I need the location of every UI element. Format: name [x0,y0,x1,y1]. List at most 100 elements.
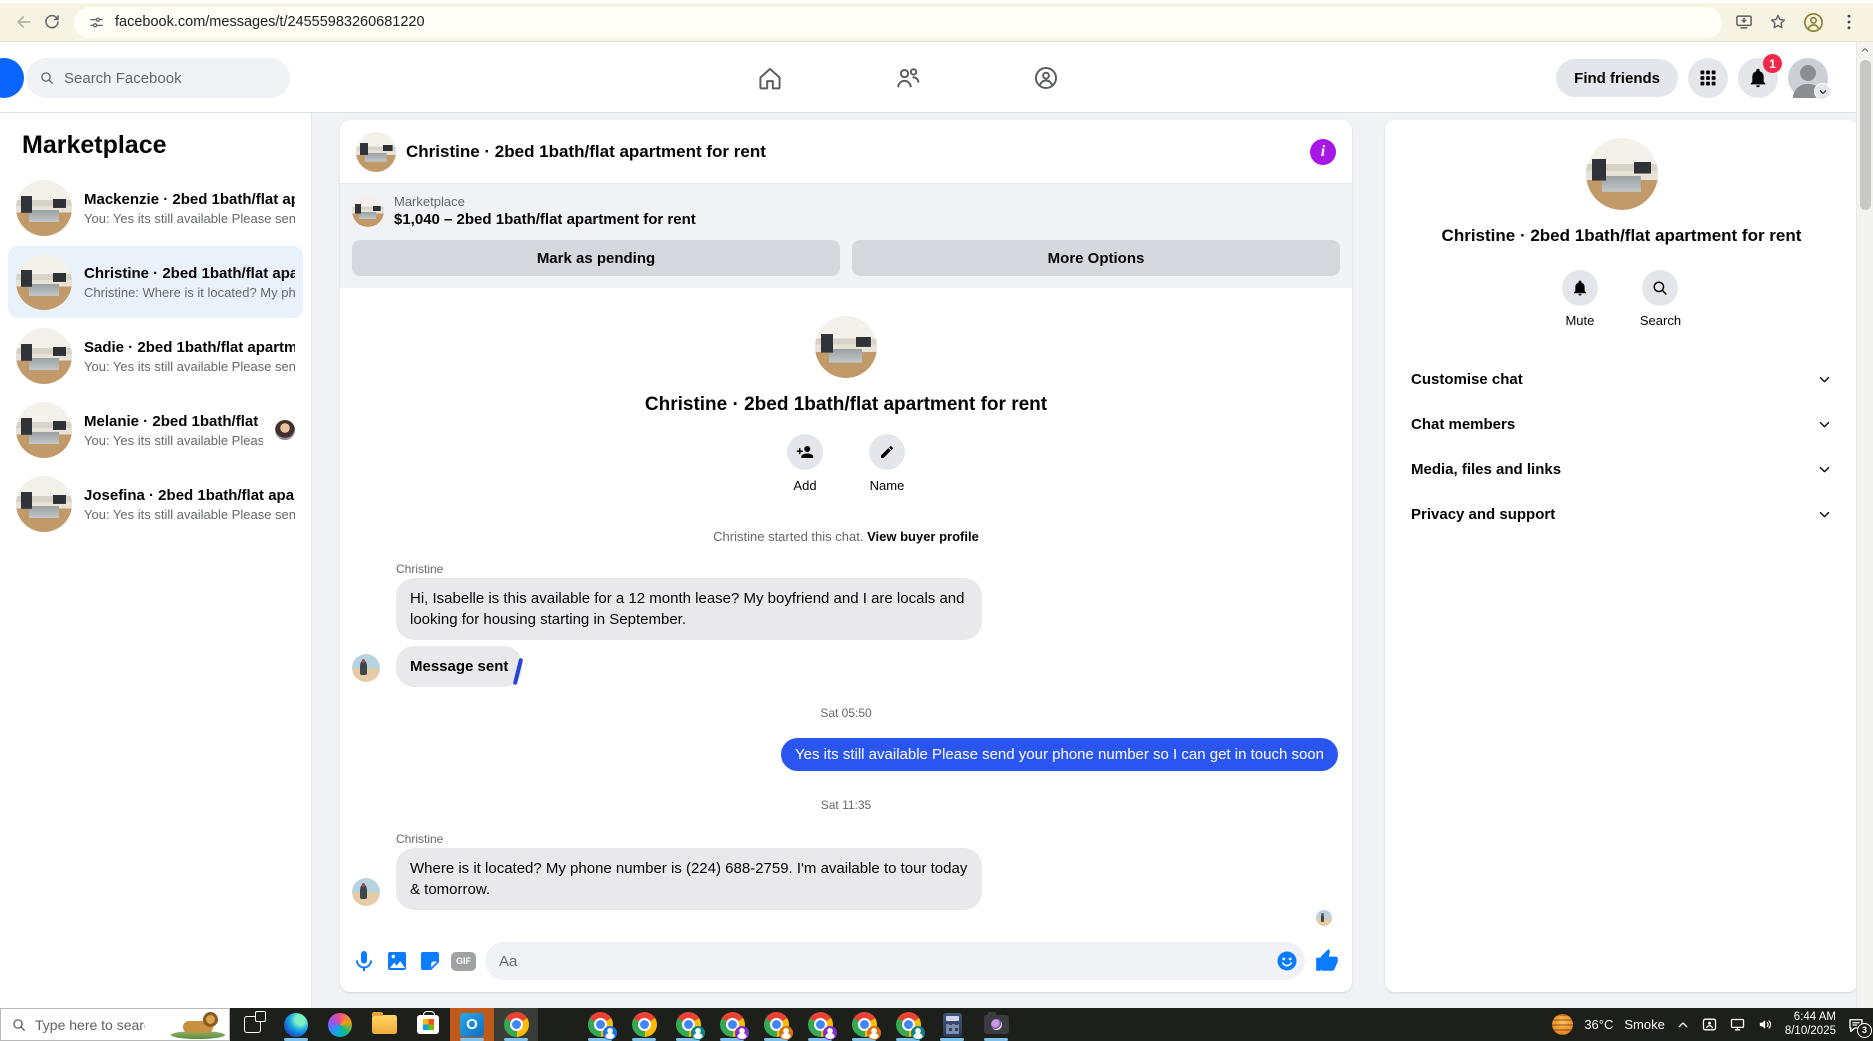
weather-temp[interactable]: 36°C [1584,1017,1613,1032]
sidebar-title: Marketplace [22,131,167,159]
mark-as-pending-button[interactable]: Mark as pending [352,240,840,276]
listing-thumbnail [352,195,384,227]
browser-profile-icon[interactable] [1802,11,1825,34]
apps-menu-button[interactable] [1688,58,1728,98]
groups-icon[interactable] [1032,64,1060,92]
sticker-icon[interactable] [418,949,442,973]
bookmark-star-icon[interactable] [1768,12,1788,32]
find-friends-button[interactable]: Find friends [1556,59,1678,97]
conversation-info-icon[interactable]: i [1310,138,1336,165]
section-customise-chat[interactable]: Customise chat [1393,358,1850,401]
taskbar-search-input[interactable] [35,1016,145,1033]
conversation-melanie[interactable]: Melanie · 2bed 1bath/flat apart... You: … [8,394,303,466]
calculator-button[interactable] [930,1008,974,1041]
camera-button[interactable] [974,1008,1018,1041]
chat-title[interactable]: Christine · 2bed 1bath/flat apartment fo… [406,142,766,162]
messages-area: Christine · 2bed 1bath/flat apartment fo… [340,286,1352,930]
search-icon [11,1017,27,1033]
back-icon[interactable] [10,8,38,36]
taskbar-search[interactable] [0,1008,230,1041]
outlook-icon: O [460,1012,484,1037]
conversation-mackenzie[interactable]: Mackenzie · 2bed 1bath/flat apart... You… [8,172,303,244]
profile-badge [690,1026,705,1040]
network-icon[interactable] [1729,1016,1746,1033]
file-explorer-button[interactable] [362,1008,406,1041]
facebook-logo[interactable] [0,58,24,98]
home-icon[interactable] [756,64,784,92]
section-media-files-links[interactable]: Media, files and links [1393,448,1850,491]
task-view-button[interactable] [230,1008,274,1041]
chrome-window-3[interactable] [666,1008,710,1041]
browser-menu-dots-icon[interactable] [1839,12,1859,32]
tray-chevron-up-icon[interactable] [1676,1018,1690,1032]
clock-time: 6:44 AM [1793,1010,1836,1023]
notification-center-button[interactable]: 3 [1847,1016,1872,1038]
facebook-header: Find friends 1 [0,42,1856,113]
chrome-icon [675,1012,705,1040]
conversation-christine[interactable]: Christine · 2bed 1bath/flat apartm... Ch… [8,246,303,318]
chevron-down-icon [1817,372,1832,387]
search-icon [39,70,55,86]
weather-icon[interactable] [1552,1014,1574,1035]
chrome-window-1[interactable] [578,1008,622,1041]
conversation-preview: Christine: Where is it located? My ph... [84,284,295,300]
message-input-wrap[interactable] [485,942,1305,980]
search-input[interactable] [64,69,277,87]
friends-icon[interactable] [894,64,922,92]
apps-grid-icon [1698,68,1718,88]
section-chat-members[interactable]: Chat members [1393,403,1850,446]
chrome-button[interactable] [494,1008,538,1041]
page-scrollbar[interactable] [1856,42,1873,1008]
notifications-button[interactable]: 1 [1738,54,1782,98]
add-people-button[interactable]: Add [787,434,823,493]
conversation-josefina[interactable]: Josefina · 2bed 1bath/flat apartme... Yo… [8,468,303,540]
more-options-button[interactable]: More Options [852,240,1340,276]
thumbs-up-icon[interactable] [1314,948,1340,974]
address-bar[interactable]: facebook.com/messages/t/2455598326068122… [74,6,1722,38]
chat-avatar[interactable] [356,131,396,172]
chat-header: Christine · 2bed 1bath/flat apartment fo… [340,120,1352,184]
url-text[interactable]: facebook.com/messages/t/2455598326068122… [115,14,425,30]
chrome-window-4[interactable] [710,1008,754,1041]
install-icon[interactable] [1734,12,1754,32]
edge-button[interactable] [274,1008,318,1041]
chrome-window-7[interactable] [842,1008,886,1041]
copilot-button[interactable] [318,1008,362,1041]
profile-badge [910,1026,925,1040]
chrome-window-5[interactable] [754,1008,798,1041]
weather-condition[interactable]: Smoke [1624,1017,1664,1032]
view-buyer-profile-link[interactable]: View buyer profile [867,529,979,544]
taskbar-clock[interactable]: 6:44 AM 8/10/2025 [1785,1011,1836,1039]
search-in-conversation-button[interactable]: Search [1640,270,1681,328]
account-avatar[interactable] [1788,58,1831,100]
outlook-button[interactable]: O [450,1008,494,1041]
reload-icon[interactable] [38,8,66,36]
section-privacy-support[interactable]: Privacy and support [1393,493,1850,536]
message-input[interactable] [499,952,1275,970]
chrome-window-2[interactable] [622,1008,666,1041]
scrollbar-thumb[interactable] [1860,60,1871,210]
conversation-preview: You: Yes its still available Please sen.… [84,210,295,226]
microsoft-store-button[interactable] [406,1008,450,1041]
conversation-sadie[interactable]: Sadie · 2bed 1bath/flat apartment ... Yo… [8,320,303,392]
mute-button[interactable]: Mute [1561,270,1598,328]
chrome-window-6[interactable] [798,1008,842,1041]
copilot-icon [328,1012,352,1037]
tray-person-icon[interactable] [1701,1016,1718,1033]
edit-name-button[interactable]: Name [869,434,905,493]
emoji-icon[interactable] [1275,949,1299,973]
attach-photo-icon[interactable] [385,949,409,973]
voice-clip-icon[interactable] [352,949,376,973]
site-info-icon[interactable] [88,14,105,31]
lion-highlight-image[interactable] [169,1009,227,1039]
outgoing-message: Yes its still available Please send your… [781,738,1338,771]
incoming-message: Where is it located? My phone number is … [396,848,982,910]
banner-listing: $1,040 – 2bed 1bath/flat apartment for r… [394,211,696,228]
conversation-title: Christine · 2bed 1bath/flat apartm... [84,264,295,282]
chrome-window-8[interactable] [886,1008,930,1041]
facebook-search[interactable] [26,58,290,98]
gif-icon[interactable]: GIF [451,951,476,971]
scrollbar-up-icon[interactable] [1857,42,1873,58]
message-sent-status: Message sent [396,646,523,687]
volume-icon[interactable] [1757,1016,1774,1033]
